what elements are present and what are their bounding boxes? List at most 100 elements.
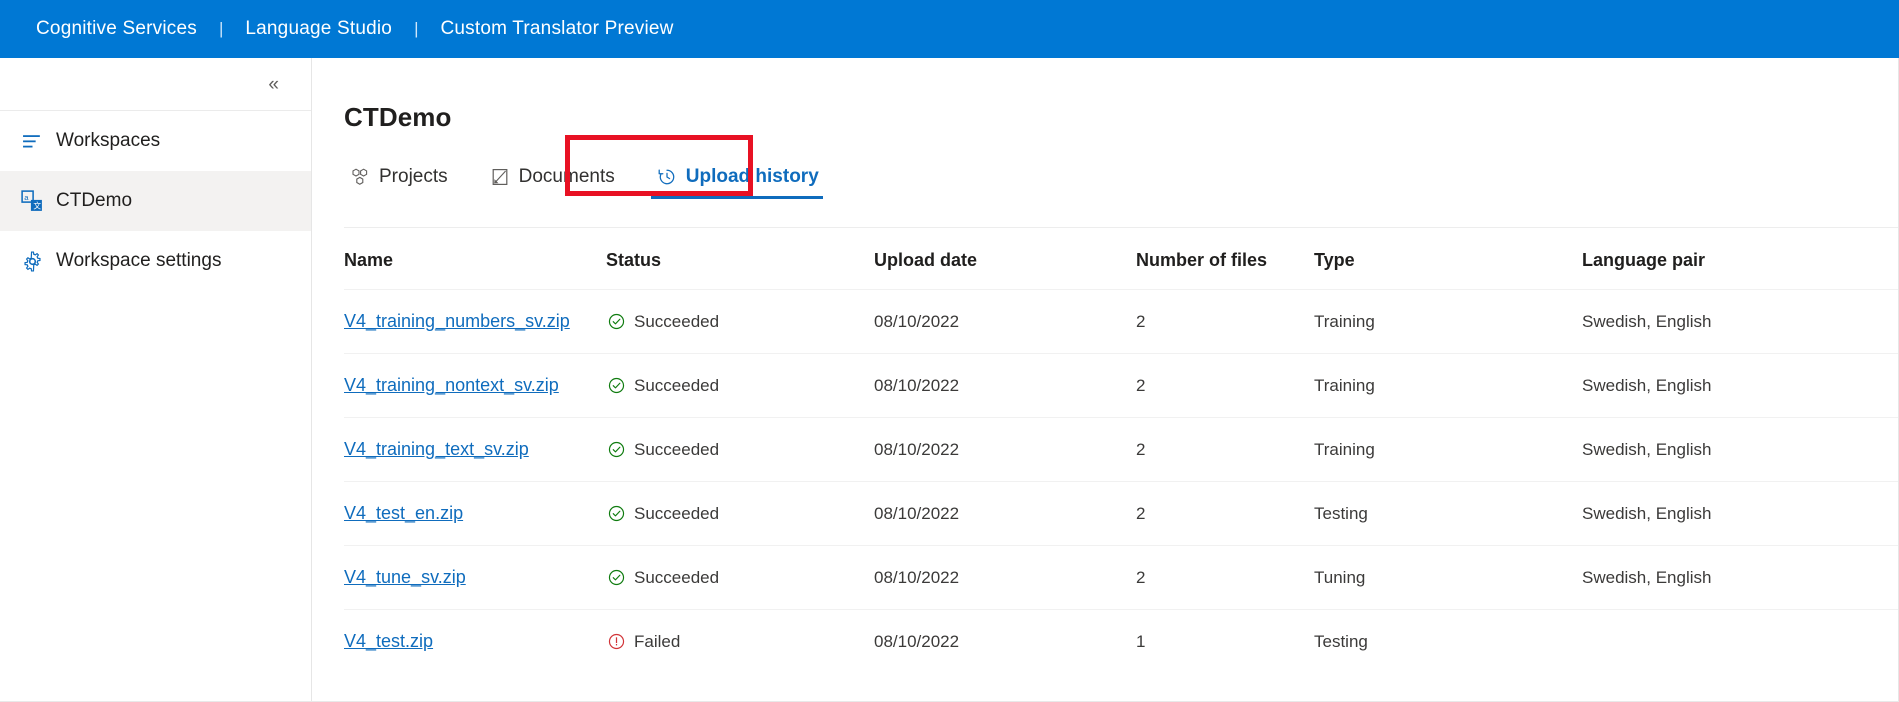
file-link[interactable]: V4_training_nontext_sv.zip: [344, 375, 559, 395]
tab-documents-underline: [484, 196, 619, 199]
cell-name: V4_training_text_sv.zip: [344, 417, 606, 482]
cell-type: Testing: [1314, 609, 1582, 673]
cell-name: V4_test.zip: [344, 609, 606, 673]
cell-type: Tuning: [1314, 545, 1582, 610]
status-label: Failed: [634, 631, 681, 651]
top-brand-bar: Cognitive Services | Language Studio | C…: [0, 0, 1899, 58]
history-clock-icon: [655, 167, 679, 187]
sidebar-item-ctdemo-label: CTDemo: [56, 190, 133, 211]
cell-language-pair: Swedish, English: [1582, 481, 1898, 546]
file-link[interactable]: V4_test_en.zip: [344, 503, 463, 523]
table-row: V4_test.zip Failed 08/10/2022 1 Testing: [344, 609, 1898, 673]
cell-upload-date: 08/10/2022: [874, 417, 1136, 482]
table-row: V4_training_nontext_sv.zip Succeeded 08/10…: [344, 353, 1898, 418]
cell-upload-date: 08/10/2022: [874, 289, 1136, 354]
file-link[interactable]: V4_test.zip: [344, 631, 433, 651]
sidebar-item-ctdemo[interactable]: a 文 CTDemo: [0, 171, 311, 231]
brand-separator-2: |: [414, 19, 419, 38]
cell-type: Testing: [1314, 481, 1582, 546]
brand-custom-translator-preview[interactable]: Custom Translator Preview: [440, 18, 673, 40]
cell-status: Succeeded: [606, 545, 874, 610]
column-header-number-of-files[interactable]: Number of files: [1136, 228, 1314, 290]
tab-bar: Projects Documents Upload history: [344, 155, 1898, 199]
sidebar-item-workspace-settings-label: Workspace settings: [56, 250, 222, 271]
cell-language-pair: Swedish, English: [1582, 289, 1898, 354]
column-header-type[interactable]: Type: [1314, 228, 1582, 290]
cell-language-pair: Swedish, English: [1582, 353, 1898, 418]
cell-language-pair: Swedish, English: [1582, 545, 1898, 610]
svg-text:a: a: [24, 193, 29, 202]
svg-text:文: 文: [33, 201, 41, 211]
cell-name: V4_training_numbers_sv.zip: [344, 289, 606, 354]
cell-upload-date: 08/10/2022: [874, 609, 1136, 673]
cell-upload-date: 08/10/2022: [874, 481, 1136, 546]
gear-icon: [16, 250, 48, 272]
tab-projects[interactable]: Projects: [344, 155, 452, 199]
table-row: V4_training_numbers_sv.zip Succeeded 08/10…: [344, 289, 1898, 354]
sidebar-collapse-row: «: [0, 58, 311, 110]
cell-number-of-files: 2: [1136, 289, 1314, 354]
tab-projects-label: Projects: [379, 166, 448, 187]
tab-upload-history-underline: [650, 196, 823, 199]
cell-number-of-files: 1: [1136, 609, 1314, 673]
list-icon: [16, 131, 48, 152]
app-shell: « Workspaces a 文 CTDemo Workspace settin…: [0, 58, 1899, 702]
upload-history-table: Name Status Upload date Number of files …: [344, 228, 1898, 673]
cell-number-of-files: 2: [1136, 545, 1314, 610]
status-label: Succeeded: [634, 439, 720, 459]
projects-cubes-icon: [348, 167, 372, 187]
sidebar-item-workspace-settings[interactable]: Workspace settings: [0, 231, 311, 291]
status-label: Succeeded: [634, 567, 720, 587]
brand-language-studio[interactable]: Language Studio: [245, 18, 392, 40]
status-label: Succeeded: [634, 311, 720, 331]
status-label: Succeeded: [634, 375, 720, 395]
check-circle-icon: [606, 440, 626, 460]
column-header-upload-date[interactable]: Upload date: [874, 228, 1136, 290]
file-link[interactable]: V4_training_numbers_sv.zip: [344, 311, 570, 331]
table-head: Name Status Upload date Number of files …: [344, 228, 1898, 290]
upload-history-table-wrap: Name Status Upload date Number of files …: [312, 227, 1898, 673]
check-circle-icon: [606, 312, 626, 332]
sidebar-item-workspaces[interactable]: Workspaces: [0, 111, 311, 171]
cell-number-of-files: 2: [1136, 353, 1314, 418]
main-content: CTDemo Projects Documents Upload history…: [312, 58, 1899, 702]
cell-language-pair: [1582, 609, 1898, 673]
tab-documents-label: Documents: [518, 166, 615, 187]
translate-icon: a 文: [16, 190, 48, 212]
cell-name: V4_tune_sv.zip: [344, 545, 606, 610]
column-header-status[interactable]: Status: [606, 228, 874, 290]
sidebar-item-workspaces-label: Workspaces: [56, 130, 161, 151]
table-header-row: Name Status Upload date Number of files …: [344, 228, 1898, 290]
error-circle-icon: [606, 632, 626, 652]
table-row: V4_training_text_sv.zip Succeeded 08/10/20…: [344, 417, 1898, 482]
tab-upload-history[interactable]: Upload history: [650, 155, 823, 199]
tab-documents[interactable]: Documents: [484, 155, 619, 199]
cell-status: Succeeded: [606, 353, 874, 418]
table-row: V4_tune_sv.zip Succeeded 08/10/2022 2 Tuning…: [344, 545, 1898, 610]
cell-number-of-files: 2: [1136, 481, 1314, 546]
check-circle-icon: [606, 504, 626, 524]
table-body: V4_training_numbers_sv.zip Succeeded 08/10…: [344, 289, 1898, 673]
cell-status: Succeeded: [606, 289, 874, 354]
file-link[interactable]: V4_training_text_sv.zip: [344, 439, 529, 459]
check-circle-icon: [606, 568, 626, 588]
tab-upload-history-label: Upload history: [685, 166, 819, 187]
column-header-name[interactable]: Name: [344, 228, 606, 290]
brand-separator-1: |: [218, 19, 224, 38]
cell-upload-date: 08/10/2022: [874, 545, 1136, 610]
brand-cognitive-services[interactable]: Cognitive Services: [36, 18, 197, 40]
cell-type: Training: [1314, 417, 1582, 482]
page-title: CTDemo: [344, 102, 452, 132]
cell-type: Training: [1314, 353, 1582, 418]
file-link[interactable]: V4_tune_sv.zip: [344, 567, 466, 587]
check-circle-icon: [606, 376, 626, 396]
cell-name: V4_training_nontext_sv.zip: [344, 353, 606, 418]
cell-language-pair: Swedish, English: [1582, 417, 1898, 482]
column-header-language-pair[interactable]: Language pair: [1582, 228, 1898, 290]
document-icon: [488, 167, 512, 187]
chevron-double-left-icon[interactable]: «: [268, 75, 279, 94]
cell-status: Failed: [606, 609, 874, 673]
table-row: V4_test_en.zip Succeeded 08/10/2022 2 Testin…: [344, 481, 1898, 546]
cell-status: Succeeded: [606, 481, 874, 546]
cell-name: V4_test_en.zip: [344, 481, 606, 546]
